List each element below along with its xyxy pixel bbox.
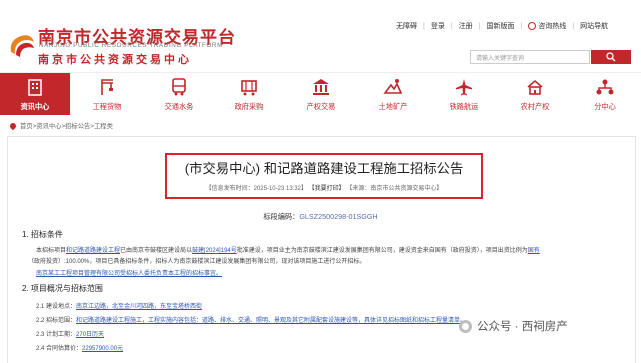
item-number: 2.3 — [36, 332, 45, 338]
print-link[interactable]: 【我要打印】 — [309, 186, 345, 192]
item-number: 2.1 — [36, 304, 45, 310]
search-input[interactable]: 请输入关键字查询 — [470, 50, 590, 64]
nav-label: 产权交易 — [306, 102, 336, 111]
nav-label: 分中心 — [594, 102, 616, 111]
new-version-link[interactable]: 国新版面 — [486, 21, 514, 31]
nav-item-property[interactable]: 产权交易 — [286, 73, 356, 115]
funding-link[interactable]: 国有 — [528, 248, 540, 254]
building-icon — [28, 79, 42, 96]
register-link[interactable]: 注册 — [459, 21, 473, 31]
logo-english: NANJING PUBLIC RESOURCES TRADING PLATFOR… — [39, 42, 223, 49]
list-item: 2.2 招标范围：和记路道路建设工程施工，工程实施内容包括：道路、排水、交通、照… — [36, 315, 466, 324]
nav-item-procurement[interactable]: 政府采购 — [214, 73, 284, 115]
breadcrumb-text[interactable]: 首页>资讯中心>招标公告>工程类 — [20, 121, 113, 130]
list-item: 2.3 计划工期：270日历天 — [36, 329, 104, 338]
paragraph-line: 本招标项目和记路道路建设工程已由南京市鼓楼区建设局以鼓建[2024]194号批准… — [36, 245, 540, 254]
nav-label: 土地矿产 — [378, 102, 408, 111]
item-value[interactable]: 22957900.00元 — [82, 346, 123, 352]
top-links: 无障碍 | 登录 | 注册 | 国新版面 | 咨询热线 | 网站导航 — [396, 21, 608, 31]
nav-item-info-center[interactable]: 资讯中心 — [0, 73, 70, 115]
network-icon — [596, 79, 614, 95]
crane-icon — [101, 79, 113, 95]
section-code: 标段编码：GLSZ2500298-01SGGH — [0, 212, 641, 222]
item-value[interactable]: 和记路道路建设工程施工，工程实施内容包括：道路、排水、交通、照明、景观及其它附属… — [76, 315, 466, 324]
agency-link[interactable]: 南京某工工程项目管理有限公司受招标人委托负责本工程的招标事宜。 — [36, 268, 222, 277]
section-heading: 2. 项目概况与招标范围 — [22, 284, 103, 293]
nav-item-rural[interactable]: 农村产权 — [500, 73, 570, 115]
bank-icon — [313, 79, 329, 95]
main-nav: 资讯中心 工程货物 交通水务 政府采购 产权交易 土地矿产 铁路航运 农村产权 … — [0, 72, 641, 115]
plane-icon — [456, 79, 472, 96]
article-meta: 【信息发布时间：2025-10-23 13:32】 【我要打印】 【来源：南京市… — [165, 183, 483, 192]
hotline-link[interactable]: 咨询热线 — [538, 21, 566, 31]
list-item: 2.4 合同估算价：22957900.00元 — [36, 343, 123, 352]
cart-icon — [241, 80, 257, 96]
nav-item-transport[interactable]: 交通水务 — [144, 73, 214, 115]
land-icon — [383, 79, 403, 94]
site-nav-link[interactable]: 网站导航 — [580, 21, 608, 31]
item-number: 2.2 — [36, 318, 45, 324]
section-heading: 1. 招标条件 — [22, 230, 63, 239]
location-pin-icon — [8, 121, 18, 130]
approval-link[interactable]: 鼓建[2024]194号 — [192, 248, 237, 254]
rural-icon — [527, 79, 543, 95]
login-link[interactable]: 登录 — [431, 21, 445, 31]
phone-icon — [528, 22, 537, 30]
item-value[interactable]: 南京江边路，北至金川河四路，东至宝塔桥西街 — [76, 304, 202, 310]
wechat-icon — [459, 319, 472, 333]
code-label: 标段编码： — [263, 212, 300, 221]
nav-item-railway[interactable]: 铁路航运 — [429, 73, 499, 115]
watermark: 公众号 · 西祠房产 — [459, 318, 568, 334]
project-link[interactable]: 和记路道路建设工程 — [66, 248, 120, 254]
nav-label: 铁路航运 — [449, 102, 479, 111]
text: 已由南京市鼓楼区建设局以 — [120, 248, 193, 254]
page-title: (市交易中心) 和记路道路建设工程施工招标公告 — [184, 161, 464, 176]
item-label: 建设地点： — [46, 304, 77, 310]
paragraph-line: （政府投资）:100.00%，项目已具备招标条件，招标人为南京鼓楼滨江建设发展集… — [28, 259, 366, 265]
breadcrumb: 首页>资讯中心>招标公告>工程类 — [8, 121, 113, 130]
logo-icon — [10, 35, 34, 57]
item-label: 招标范围： — [46, 318, 77, 324]
watermark-text: 公众号 · 西祠房产 — [477, 321, 568, 333]
logo-subtitle: 南京市公共资源交易中心 — [38, 53, 192, 66]
article-source: 【来源：南京市公共资源交易中心】 — [346, 186, 443, 192]
site-header: 南京市公共资源交易平台 NANJING PUBLIC RESOURCES TRA… — [0, 0, 641, 68]
divider: | — [423, 22, 425, 30]
code-value: GLSZ2500298-01SGGH — [299, 212, 378, 221]
divider: | — [520, 22, 523, 30]
text: 批准建设，项目业主为南京鼓楼滨江建设发展集团有限公司，建设资金来自国有（政府投资… — [236, 248, 528, 254]
divider: | — [450, 22, 453, 30]
item-number: 2.4 — [36, 346, 45, 352]
publish-date: 【信息发布时间：2025-10-23 13:32】 — [205, 186, 307, 192]
item-label: 合同估算价： — [46, 346, 83, 352]
nav-item-land[interactable]: 土地矿产 — [358, 73, 428, 115]
search-icon — [606, 52, 616, 62]
nav-item-engineering[interactable]: 工程货物 — [72, 73, 142, 115]
accessibility-link[interactable]: 无障碍 — [396, 21, 417, 31]
nav-label: 交通水务 — [164, 102, 194, 111]
list-item: 2.1 建设地点：南京江边路，北至金川河四路，东至宝塔桥西街 — [36, 301, 202, 310]
nav-item-branch[interactable]: 分中心 — [570, 73, 640, 115]
item-value[interactable]: 270日历天 — [76, 332, 104, 338]
nav-label: 资讯中心 — [20, 102, 50, 111]
nav-label: 农村产权 — [520, 102, 550, 111]
divider: | — [572, 22, 575, 30]
text: 本招标项目 — [36, 248, 67, 254]
divider: | — [478, 22, 481, 30]
nav-label: 工程货物 — [92, 102, 122, 111]
search-button[interactable] — [591, 50, 631, 64]
item-label: 计划工期： — [46, 332, 77, 338]
nav-label: 政府采购 — [234, 102, 264, 111]
bus-icon — [172, 78, 186, 96]
